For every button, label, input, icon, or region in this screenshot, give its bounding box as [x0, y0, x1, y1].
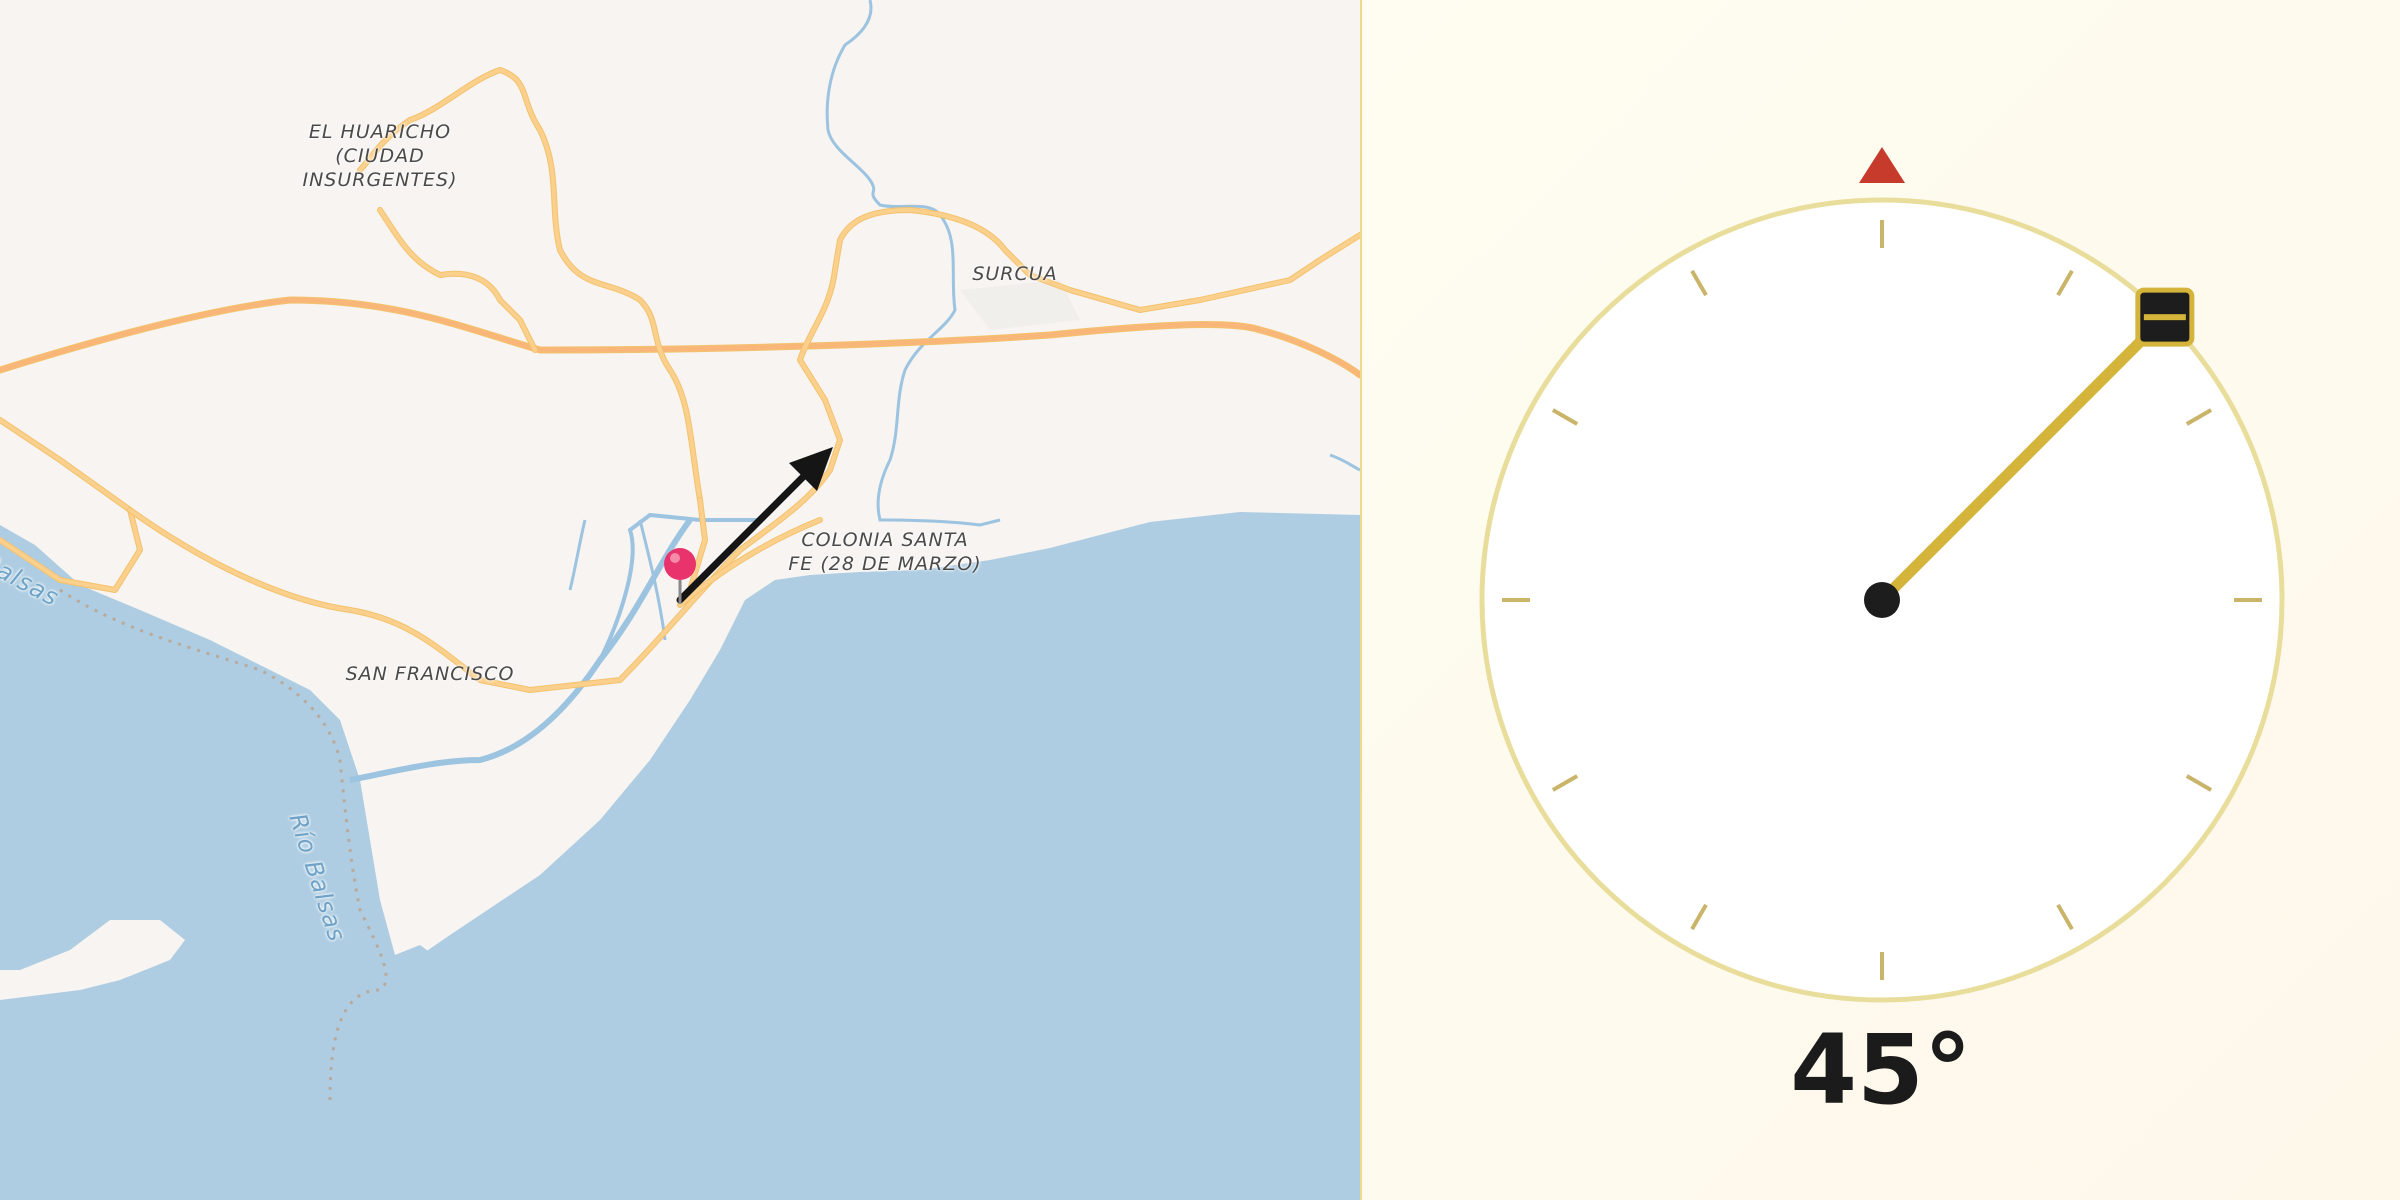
- place-label-san-francisco: SAN FRANCISCO: [345, 663, 515, 685]
- place-label-colonia-santa-fe: COLONIA SANTA FE (28 DE MARZO): [788, 529, 982, 575]
- heading-handle[interactable]: [2135, 287, 2195, 347]
- place-label-surcua: SURCUA: [972, 263, 1058, 285]
- place-label-el-huaricho: EL HUARICHO (CIUDAD INSURGENTES): [302, 121, 458, 191]
- compass-dial-panel: 45°: [1362, 0, 2400, 1200]
- map-panel[interactable]: EL HUARICHO (CIUDAD INSURGENTES) SURCUA …: [0, 0, 1360, 1200]
- heading-readout: 45°: [1790, 1014, 1972, 1126]
- north-marker: [1859, 147, 1905, 183]
- dial-center-hub: [1864, 582, 1900, 618]
- map-canvas[interactable]: [0, 0, 1360, 1200]
